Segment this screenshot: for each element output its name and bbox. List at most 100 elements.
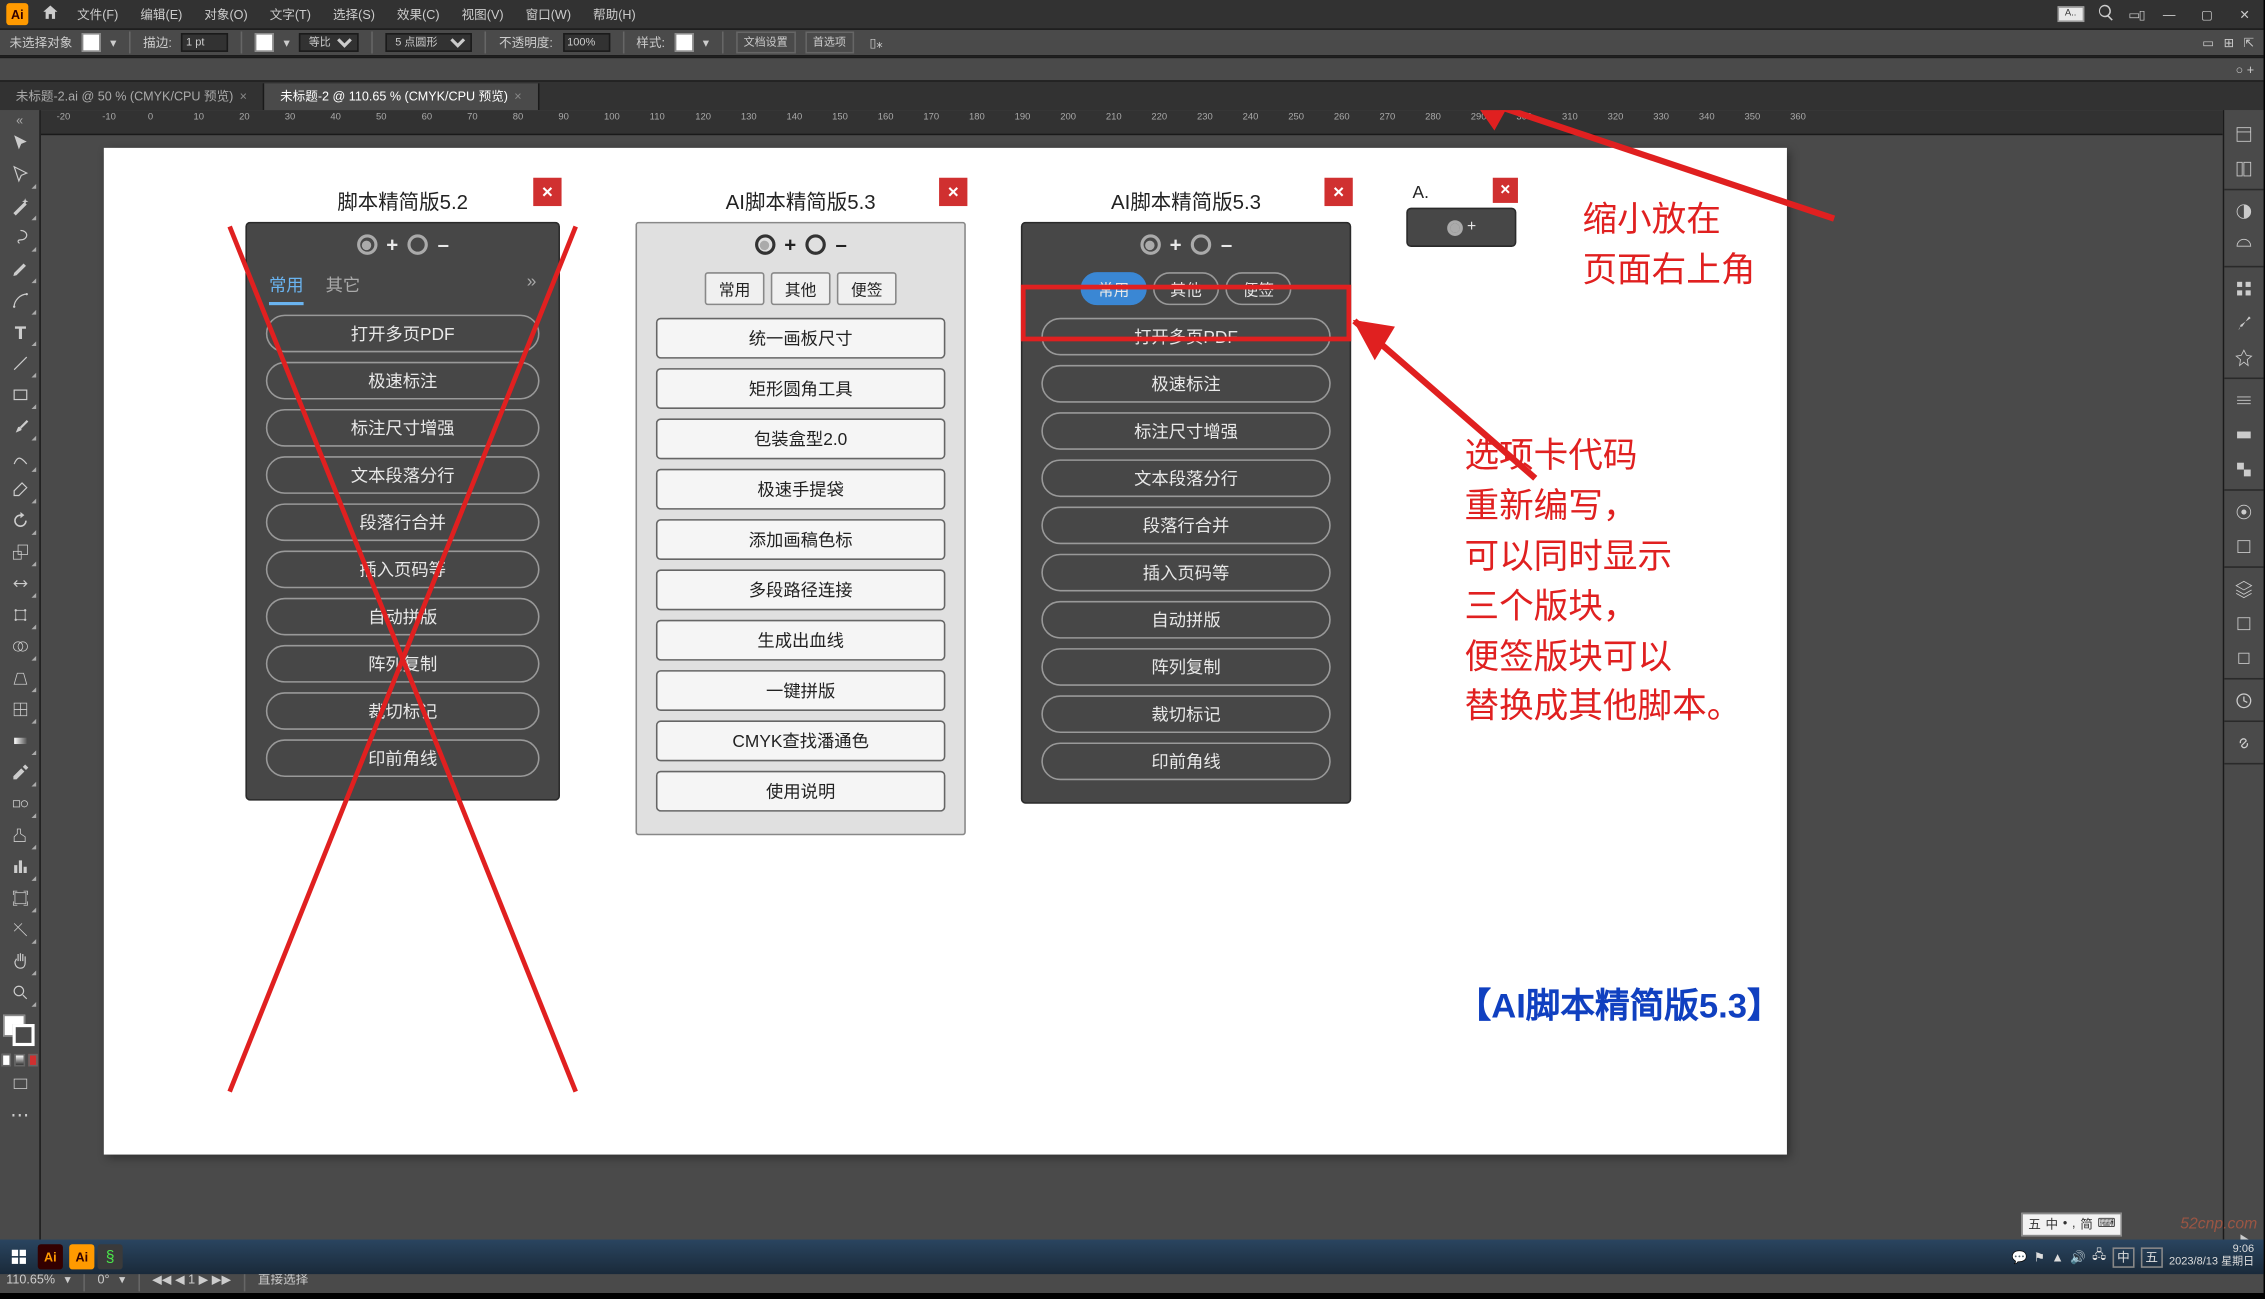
opacity-input[interactable] (562, 33, 609, 52)
perspective-tool[interactable] (2, 662, 37, 693)
script-button[interactable]: 文本段落分行 (266, 456, 540, 494)
script-button[interactable]: 段落行合并 (266, 503, 540, 541)
blend-tool[interactable] (2, 788, 37, 819)
artboards-panel-icon[interactable] (2227, 640, 2262, 675)
close-icon[interactable]: × (939, 178, 967, 206)
shaper-tool[interactable] (2, 442, 37, 473)
menu-edit[interactable]: 编辑(E) (136, 4, 187, 24)
close-icon[interactable]: × (1324, 178, 1352, 206)
menu-type[interactable]: 文字(T) (265, 4, 316, 24)
menu-file[interactable]: 文件(F) (72, 4, 123, 24)
close-icon[interactable]: × (1493, 178, 1518, 203)
stroke-swatch[interactable] (255, 33, 274, 52)
stroke-weight-input[interactable] (181, 33, 228, 52)
gradient-panel-icon[interactable] (2227, 417, 2262, 452)
script-button[interactable]: 印前角线 (1041, 742, 1330, 780)
paintbrush-tool[interactable] (2, 411, 37, 442)
magic-wand-tool[interactable] (2, 190, 37, 221)
tab-notes[interactable]: 便签 (837, 272, 897, 305)
tab-other[interactable]: 其他 (771, 272, 831, 305)
tab-1[interactable]: 未标题-2 @ 110.65 % (CMYK/CPU 预览)× (264, 83, 539, 110)
maximize-button[interactable]: ▢ (2194, 7, 2219, 21)
script-button[interactable]: 自动拼版 (266, 598, 540, 636)
asset-export-panel-icon[interactable] (2227, 606, 2262, 641)
script-button[interactable]: 阵列复制 (1041, 648, 1330, 686)
type-tool[interactable] (2, 316, 37, 347)
taskbar-ai-2[interactable]: Ai (69, 1244, 94, 1269)
doc-setup-button[interactable]: 文档设置 (736, 31, 796, 53)
mesh-tool[interactable] (2, 694, 37, 725)
grid-icon[interactable]: ⊞ (2224, 35, 2235, 49)
tray-ime-wu[interactable]: 五 (2141, 1247, 2163, 1267)
width-tool[interactable] (2, 568, 37, 599)
minimize-button[interactable]: — (2157, 7, 2182, 21)
fill-swatch[interactable] (82, 33, 101, 52)
script-button[interactable]: 多段路径连接 (656, 569, 945, 610)
script-button[interactable]: 段落行合并 (1041, 507, 1330, 545)
screen-mode[interactable] (2, 1068, 37, 1099)
libraries-panel-icon[interactable] (2227, 151, 2262, 186)
hand-tool[interactable] (2, 945, 37, 976)
tray-flag-icon[interactable]: ⚑ (2034, 1250, 2045, 1264)
scale-select[interactable]: 等比 (299, 33, 359, 52)
script-button[interactable]: 极速标注 (1041, 365, 1330, 403)
taskbar-app[interactable]: § (98, 1244, 123, 1269)
close-icon[interactable]: × (533, 178, 561, 206)
script-button[interactable]: 统一画板尺寸 (656, 318, 945, 359)
preferences-button[interactable]: 首选项 (805, 31, 854, 53)
script-button[interactable]: 阵列复制 (266, 645, 540, 683)
direct-selection-tool[interactable] (2, 159, 37, 190)
zoom-tool[interactable] (2, 977, 37, 1008)
transparency-panel-icon[interactable] (2227, 451, 2262, 486)
script-button[interactable]: 矩形圆角工具 (656, 368, 945, 409)
align-icon[interactable]: ▯⁎ (869, 35, 882, 49)
zoom-level[interactable]: 110.65% (6, 1273, 55, 1287)
close-icon[interactable]: × (240, 89, 247, 103)
brushes-panel-icon[interactable] (2227, 305, 2262, 340)
script-button[interactable]: 生成出血线 (656, 620, 945, 661)
script-button[interactable]: 标注尺寸增强 (1041, 412, 1330, 450)
tab-0[interactable]: 未标题-2.ai @ 50 % (CMYK/CPU 预览)× (0, 83, 264, 110)
script-button[interactable]: 极速标注 (266, 362, 540, 400)
script-button[interactable]: 一键拼版 (656, 670, 945, 711)
slice-tool[interactable] (2, 914, 37, 945)
script-button[interactable]: 极速手提袋 (656, 469, 945, 510)
artboard-nav[interactable]: ◀◀ ◀ 1 ▶ ▶▶ (152, 1273, 231, 1287)
history-panel-icon[interactable] (2227, 683, 2262, 718)
appearance-panel-icon[interactable] (2227, 494, 2262, 529)
column-graph-tool[interactable] (2, 851, 37, 882)
eraser-tool[interactable] (2, 473, 37, 504)
eyedropper-tool[interactable] (2, 757, 37, 788)
chevron-right-icon[interactable]: » (527, 272, 537, 305)
script-button[interactable]: 打开多页PDF (266, 315, 540, 353)
script-button[interactable]: 包装盒型2.0 (656, 418, 945, 459)
edit-toolbar[interactable]: ⋯ (2, 1100, 37, 1131)
tray-network-icon[interactable]: 🖧 (2092, 1246, 2106, 1268)
close-icon[interactable]: × (514, 89, 521, 103)
rectangle-tool[interactable] (2, 379, 37, 410)
graphic-styles-panel-icon[interactable] (2227, 529, 2262, 564)
expand-icon[interactable]: ⇱ (2244, 35, 2255, 49)
script-button[interactable]: 文本段落分行 (1041, 459, 1330, 497)
artboard-tool[interactable] (2, 882, 37, 913)
tab-common[interactable]: 常用 (269, 272, 304, 305)
fill-stroke-swatch[interactable] (3, 1015, 34, 1046)
taskbar-clock[interactable]: 9:06 2023/8/13 星期日 (2169, 1245, 2254, 1269)
script-button[interactable]: 印前角线 (266, 739, 540, 777)
scale-tool[interactable] (2, 536, 37, 567)
search-icon[interactable] (2097, 3, 2116, 25)
pen-tool[interactable] (2, 253, 37, 284)
tab-common[interactable]: 常用 (705, 272, 765, 305)
add-artboard-icon[interactable]: ○ + (2236, 62, 2254, 76)
tab-other[interactable]: 其它 (326, 272, 361, 305)
color-panel-icon[interactable] (2227, 193, 2262, 228)
symbol-sprayer-tool[interactable] (2, 820, 37, 851)
gradient-tool[interactable] (2, 725, 37, 756)
stroke-panel-icon[interactable] (2227, 382, 2262, 417)
script-button[interactable]: 自动拼版 (1041, 601, 1330, 639)
swatches-panel-icon[interactable] (2227, 271, 2262, 306)
menu-window[interactable]: 窗口(W) (521, 4, 576, 24)
menu-view[interactable]: 视图(V) (457, 4, 508, 24)
rotation-angle[interactable]: 0° (98, 1273, 110, 1287)
lasso-tool[interactable] (2, 222, 37, 253)
